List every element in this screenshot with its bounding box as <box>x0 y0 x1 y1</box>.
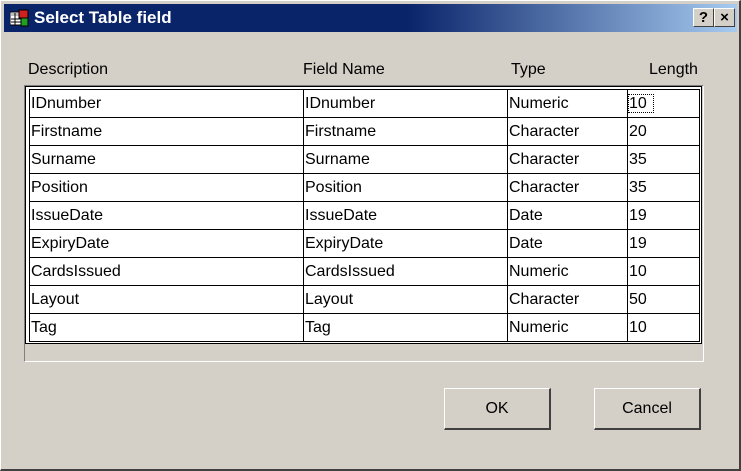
cell-length[interactable]: 19 <box>627 201 700 230</box>
field-grid: IDnumber IDnumber Numeric 10 Firstname Firstn… <box>29 89 700 342</box>
cell-description[interactable]: Surname <box>29 145 304 174</box>
cell-field-name[interactable]: CardsIssued <box>303 257 508 286</box>
cell-field-name[interactable]: Tag <box>303 313 508 342</box>
cell-field-name[interactable]: IDnumber <box>303 89 508 118</box>
cell-type[interactable]: Numeric <box>507 313 628 342</box>
cell-field-name-text: Position <box>305 178 362 196</box>
cell-type[interactable]: Character <box>507 117 628 146</box>
cell-field-name-text: IssueDate <box>305 206 378 224</box>
cell-description-text: CardsIssued <box>31 262 121 280</box>
cell-description[interactable]: Position <box>29 173 304 202</box>
cell-length-text: 50 <box>629 290 647 308</box>
cell-description-text: Surname <box>31 150 96 168</box>
field-list-panel: IDnumber IDnumber Numeric 10 Firstname Firstn… <box>24 85 704 362</box>
select-table-field-dialog: Select Table field ? × Description Field… <box>0 0 741 471</box>
ok-button[interactable]: OK <box>444 388 551 430</box>
cell-type[interactable]: Date <box>507 229 628 258</box>
table-row[interactable]: Position Position Character 35 <box>29 173 700 202</box>
column-header-type: Type <box>511 61 546 78</box>
cell-description[interactable]: Tag <box>29 313 304 342</box>
cell-length[interactable]: 35 <box>627 145 700 174</box>
cell-length-text: 10 <box>628 93 654 113</box>
table-row[interactable]: Firstname Firstname Character 20 <box>29 117 700 146</box>
cell-description[interactable]: IssueDate <box>29 201 304 230</box>
cell-description-text: Position <box>31 178 88 196</box>
cell-field-name[interactable]: Position <box>303 173 508 202</box>
cell-field-name[interactable]: ExpiryDate <box>303 229 508 258</box>
cell-description[interactable]: Layout <box>29 285 304 314</box>
cell-field-name[interactable]: Firstname <box>303 117 508 146</box>
table-row[interactable]: IDnumber IDnumber Numeric 10 <box>29 89 700 118</box>
cell-length[interactable]: 10 <box>627 257 700 286</box>
field-grid-container[interactable]: IDnumber IDnumber Numeric 10 Firstname Firstn… <box>25 86 702 344</box>
table-row[interactable]: CardsIssued CardsIssued Numeric 10 <box>29 257 700 286</box>
cell-type-text: Numeric <box>509 318 569 336</box>
dialog-title: Select Table field <box>34 8 172 27</box>
cell-field-name-text: Layout <box>305 290 354 308</box>
cell-type-text: Character <box>509 290 580 308</box>
cell-length[interactable]: 10 <box>627 89 700 118</box>
cell-type-text: Character <box>509 178 580 196</box>
column-header-field-name: Field Name <box>303 61 385 78</box>
cell-type-text: Character <box>509 150 580 168</box>
cell-field-name-text: Tag <box>305 318 331 336</box>
cell-type-text: Date <box>509 234 543 252</box>
cell-length-text: 20 <box>629 122 647 140</box>
cell-field-name[interactable]: Layout <box>303 285 508 314</box>
table-window-icon <box>10 9 29 27</box>
cell-description-text: IDnumber <box>31 94 102 112</box>
cell-type-text: Numeric <box>509 94 569 112</box>
cell-type[interactable]: Numeric <box>507 89 628 118</box>
cell-type[interactable]: Date <box>507 201 628 230</box>
table-row[interactable]: ExpiryDate ExpiryDate Date 19 <box>29 229 700 258</box>
cell-type[interactable]: Numeric <box>507 257 628 286</box>
cell-field-name[interactable]: Surname <box>303 145 508 174</box>
table-row[interactable]: IssueDate IssueDate Date 19 <box>29 201 700 230</box>
cell-length[interactable]: 19 <box>627 229 700 258</box>
cell-field-name-text: IDnumber <box>305 94 376 112</box>
column-header-length: Length <box>649 61 698 78</box>
cell-length-text: 10 <box>629 318 647 336</box>
cell-description[interactable]: Firstname <box>29 117 304 146</box>
cell-length-text: 35 <box>629 150 647 168</box>
cell-type-text: Date <box>509 206 543 224</box>
cell-field-name-text: ExpiryDate <box>305 234 384 252</box>
table-row[interactable]: Tag Tag Numeric 10 <box>29 313 700 342</box>
cell-description[interactable]: ExpiryDate <box>29 229 304 258</box>
cell-type[interactable]: Character <box>507 145 628 174</box>
title-bar[interactable]: Select Table field ? × <box>4 4 737 32</box>
cell-description-text: IssueDate <box>31 206 104 224</box>
table-row[interactable]: Layout Layout Character 50 <box>29 285 700 314</box>
cell-field-name[interactable]: IssueDate <box>303 201 508 230</box>
cell-length-text: 19 <box>629 206 647 224</box>
cell-description[interactable]: CardsIssued <box>29 257 304 286</box>
cell-description-text: Tag <box>31 318 57 336</box>
column-header-description: Description <box>28 61 109 78</box>
cell-field-name-text: Surname <box>305 150 370 168</box>
cell-field-name-text: CardsIssued <box>305 262 395 280</box>
cell-length-text: 10 <box>629 262 647 280</box>
cell-length[interactable]: 10 <box>627 313 700 342</box>
cell-description-text: Firstname <box>31 122 103 140</box>
table-row[interactable]: Surname Surname Character 35 <box>29 145 700 174</box>
cell-description-text: Layout <box>31 290 80 308</box>
cancel-button[interactable]: Cancel <box>594 388 701 430</box>
cell-length[interactable]: 50 <box>627 285 700 314</box>
cell-description[interactable]: IDnumber <box>29 89 304 118</box>
cell-length[interactable]: 35 <box>627 173 700 202</box>
cell-description-text: ExpiryDate <box>31 234 110 252</box>
cell-length-text: 19 <box>629 234 647 252</box>
cell-length[interactable]: 20 <box>627 117 700 146</box>
cell-type[interactable]: Character <box>507 173 628 202</box>
cell-type-text: Character <box>509 122 580 140</box>
help-button[interactable]: ? <box>693 8 714 27</box>
cell-type-text: Numeric <box>509 262 569 280</box>
cell-length-text: 35 <box>629 178 647 196</box>
cell-field-name-text: Firstname <box>305 122 377 140</box>
close-button[interactable]: × <box>714 8 735 27</box>
cell-type[interactable]: Character <box>507 285 628 314</box>
